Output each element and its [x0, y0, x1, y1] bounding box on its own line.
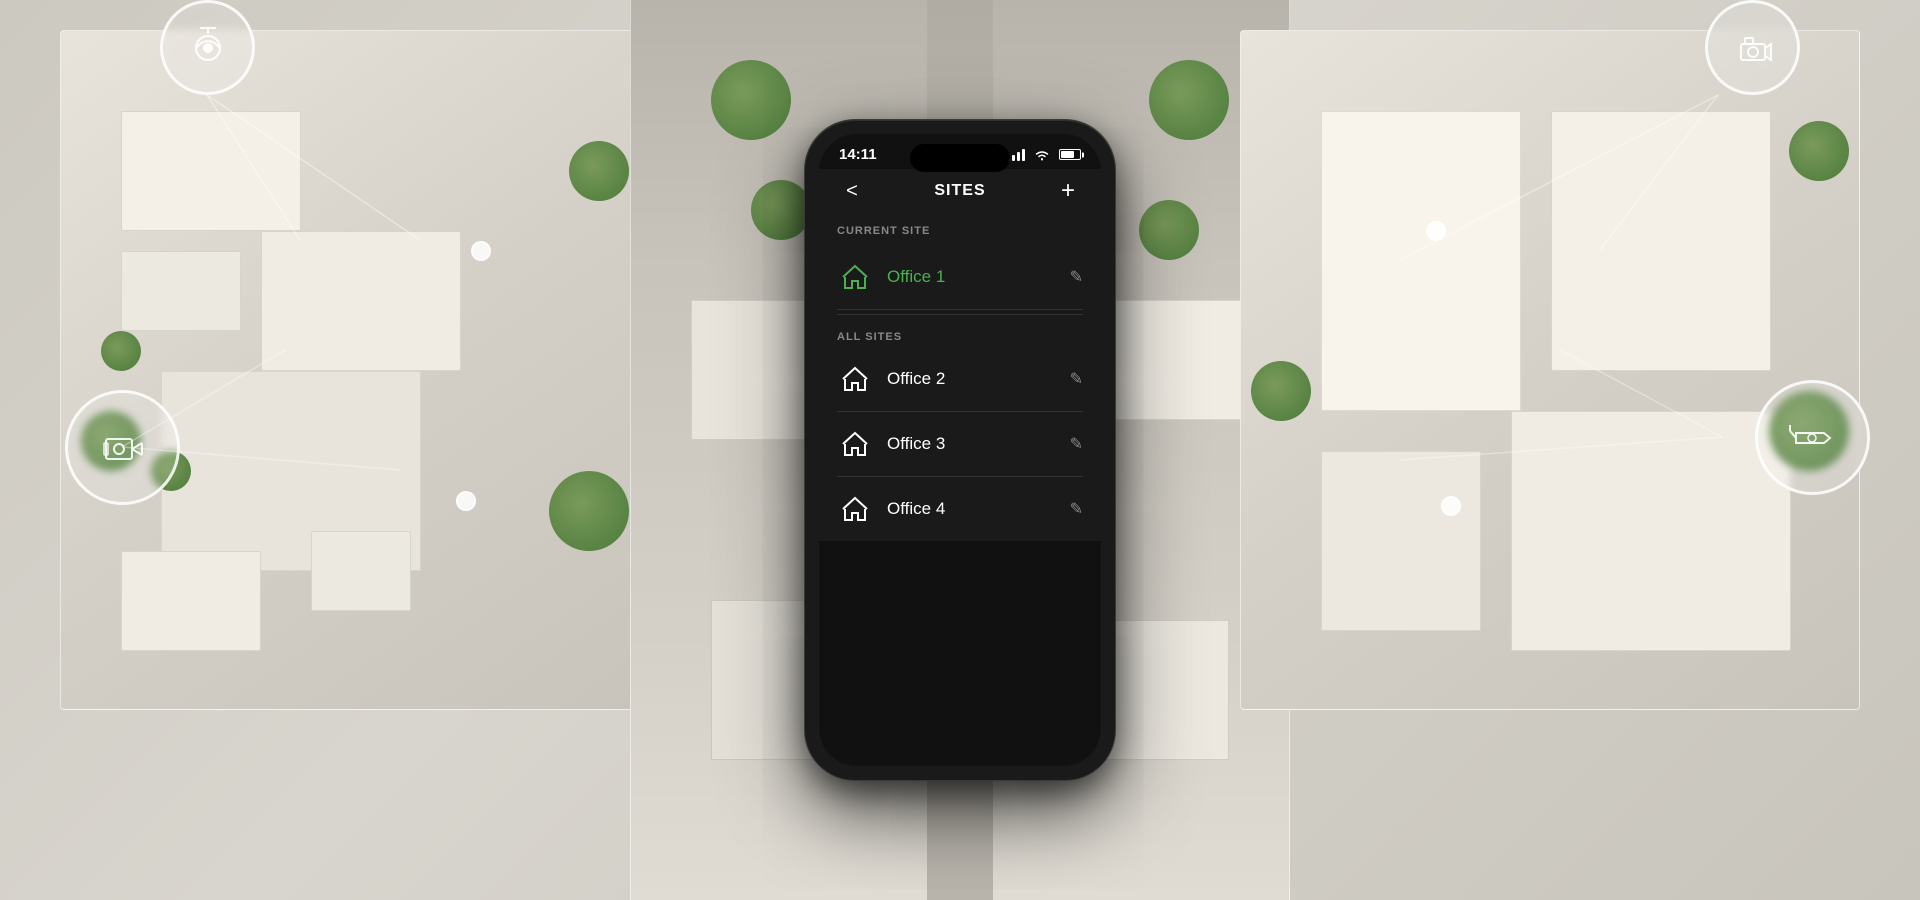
tree	[569, 141, 629, 201]
location-dot	[471, 241, 491, 261]
dynamic-island	[910, 144, 1010, 172]
site-name-1: Office 3	[887, 434, 1060, 454]
signal-bar-3	[1017, 152, 1020, 161]
site-name-0: Office 2	[887, 369, 1060, 389]
location-dot	[1426, 221, 1446, 241]
tree	[1789, 121, 1849, 181]
camera-mid-left	[65, 390, 180, 505]
phone: 14:11	[805, 120, 1115, 780]
phone-wrapper: 14:11	[805, 120, 1115, 780]
back-button[interactable]: <	[837, 180, 867, 203]
site-item-0[interactable]: Office 2 ✎	[837, 347, 1083, 412]
screen-content: CURRENT SITE Office 1 ✎ ALL SITES	[819, 213, 1101, 541]
building	[1551, 111, 1771, 371]
building	[1321, 451, 1481, 631]
status-time: 14:11	[839, 146, 877, 163]
wifi-icon	[1034, 149, 1050, 161]
tree	[1251, 361, 1311, 421]
site-icon-1	[837, 426, 873, 462]
dome-camera-icon	[186, 26, 230, 70]
house-icon-active	[841, 264, 869, 290]
phone-screen: 14:11	[819, 134, 1101, 766]
camera-mid-right	[1755, 380, 1870, 495]
site-edit-1[interactable]: ✎	[1060, 434, 1083, 454]
status-icons	[1007, 149, 1081, 161]
site-icon-0	[837, 361, 873, 397]
right-aerial-panel	[1240, 30, 1860, 710]
site-edit-2[interactable]: ✎	[1060, 499, 1083, 519]
left-aerial-panel	[60, 30, 650, 710]
current-site-icon	[837, 259, 873, 295]
building	[261, 231, 461, 371]
site-item-1[interactable]: Office 3 ✎	[837, 412, 1083, 477]
add-site-button[interactable]: +	[1053, 179, 1083, 203]
tree	[549, 471, 629, 551]
building	[311, 531, 411, 611]
battery-icon	[1059, 149, 1081, 160]
building	[121, 251, 241, 331]
building	[1511, 411, 1791, 651]
tree	[1139, 200, 1199, 260]
house-icon-0	[841, 366, 869, 392]
house-icon-2	[841, 496, 869, 522]
camera-top-left	[160, 0, 255, 95]
box-camera-icon	[98, 423, 148, 473]
nav-bar: < SITES +	[819, 169, 1101, 213]
all-sites-label: ALL SITES	[837, 314, 1083, 347]
site-name-2: Office 4	[887, 499, 1060, 519]
camera-top-right	[1705, 0, 1800, 95]
location-dot	[456, 491, 476, 511]
current-site-edit-icon[interactable]: ✎	[1060, 267, 1083, 287]
building	[121, 111, 301, 231]
tree	[1149, 60, 1229, 140]
location-dot	[1441, 496, 1461, 516]
building	[1321, 111, 1521, 411]
dome-camera-icon-2	[1731, 26, 1775, 70]
nav-title: SITES	[934, 182, 985, 200]
current-site-name: Office 1	[887, 267, 1060, 287]
site-item-2[interactable]: Office 4 ✎	[837, 477, 1083, 541]
site-icon-2	[837, 491, 873, 527]
building	[121, 551, 261, 651]
current-site-item[interactable]: Office 1 ✎	[837, 245, 1083, 310]
house-icon-1	[841, 431, 869, 457]
current-site-label: CURRENT SITE	[837, 213, 1083, 245]
tree	[101, 331, 141, 371]
tree	[711, 60, 791, 140]
battery-fill	[1061, 151, 1074, 158]
site-edit-0[interactable]: ✎	[1060, 369, 1083, 389]
signal-bar-2	[1012, 155, 1015, 161]
signal-bar-4	[1022, 149, 1025, 161]
tree	[751, 180, 811, 240]
bullet-camera-icon	[1788, 413, 1838, 463]
